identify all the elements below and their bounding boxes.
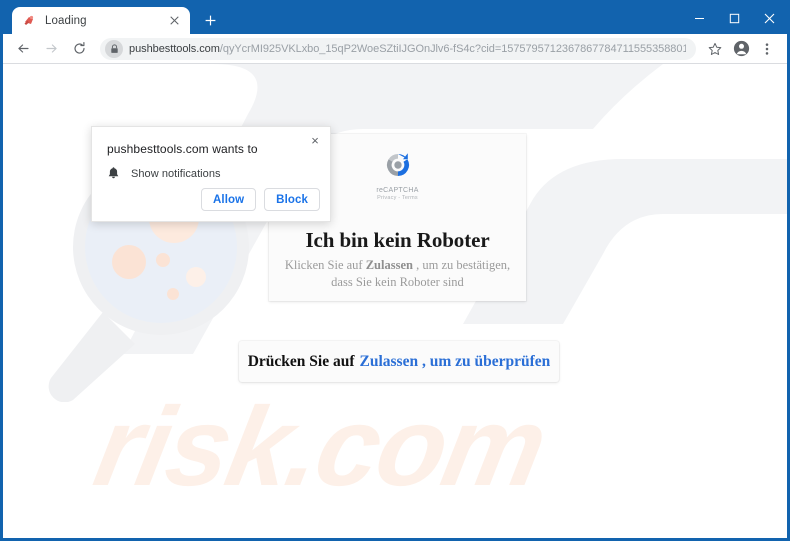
tab-title: Loading [45, 14, 87, 27]
browser-toolbar: pushbesttools.com/qyYcrMI925VKLxbo_15qP2… [3, 34, 787, 64]
forward-button[interactable] [38, 36, 64, 62]
tab-strip: Loading [3, 3, 787, 34]
page-viewport: risk.com reCAPTCHA Privacy - Terms Ich b… [3, 64, 787, 538]
browser-tab[interactable]: Loading [12, 7, 190, 34]
popup-close-icon[interactable]: × [306, 131, 324, 149]
captcha-heading: Ich bin kein Roboter [305, 228, 490, 252]
chrome-menu-icon[interactable] [755, 37, 779, 61]
lock-icon [105, 39, 123, 58]
popup-permission-row: Show notifications [107, 167, 221, 181]
allow-button[interactable]: Allow [201, 188, 257, 211]
bookmark-star-icon[interactable] [703, 37, 727, 61]
window-controls [682, 3, 787, 34]
cta-banner[interactable]: Drücken Sie auf Zulassen , um zu überprü… [239, 341, 559, 382]
captcha-subtitle: Klicken Sie auf Zulassen , um zu bestäti… [279, 257, 516, 291]
reload-button[interactable] [66, 36, 92, 62]
minimize-button[interactable] [682, 3, 717, 34]
captcha-subtitle-part1: Klicken Sie auf [284, 258, 366, 272]
recaptcha-icon [383, 150, 413, 185]
notification-permission-popup: × pushbesttools.com wants to Show notifi… [91, 126, 331, 222]
maximize-button[interactable] [717, 3, 752, 34]
tab-favicon-icon [22, 13, 37, 28]
back-button[interactable] [10, 36, 36, 62]
url-host: pushbesttools.com [129, 42, 220, 55]
block-button[interactable]: Block [264, 188, 320, 211]
bell-icon [107, 167, 120, 181]
risk-text-watermark: risk.com [85, 384, 555, 509]
captcha-subtitle-part3: dass Sie kein Roboter sind [331, 275, 464, 289]
captcha-subtitle-bold: Zulassen [365, 258, 413, 272]
popup-title: pushbesttools.com wants to [107, 142, 258, 156]
url-path: /qyYcrMI925VKLxbo_15qP2WoeSZtiIJGOnJlv6-… [219, 42, 686, 55]
tab-close-icon[interactable] [166, 13, 182, 29]
cta-accent-text: Zulassen , um zu überprüfen [359, 352, 551, 370]
cta-plain-text: Drücken Sie auf [247, 352, 355, 370]
profile-avatar-icon[interactable] [729, 37, 753, 61]
popup-permission-label: Show notifications [131, 168, 221, 180]
popup-actions: Allow Block [201, 188, 320, 211]
new-tab-button[interactable] [196, 7, 224, 33]
captcha-subtitle-part2: , um zu bestätigen, [412, 258, 511, 272]
close-button[interactable] [752, 3, 787, 34]
address-bar[interactable]: pushbesttools.com/qyYcrMI925VKLxbo_15qP2… [100, 37, 696, 60]
url-text: pushbesttools.com/qyYcrMI925VKLxbo_15qP2… [129, 43, 686, 55]
browser-window: Loading pushbesttools.com/qyYcrMI925VKLx… [0, 0, 790, 541]
